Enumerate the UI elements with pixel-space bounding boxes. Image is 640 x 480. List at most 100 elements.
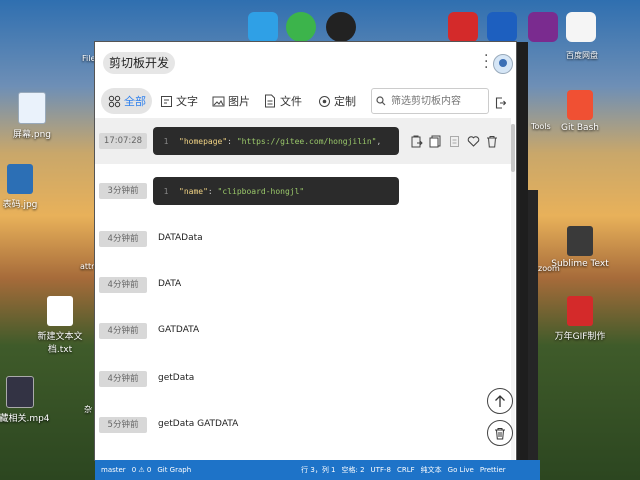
status-item[interactable]: 行 3，列 1: [301, 465, 335, 475]
status-item[interactable]: CRLF: [397, 466, 415, 474]
app-icon-blue[interactable]: [487, 12, 517, 42]
line-number: 1: [163, 136, 169, 146]
desktop-icon-mp4[interactable]: 收藏相关.mp4: [0, 376, 52, 424]
tab-label: 文件: [280, 95, 302, 108]
custom-icon: [317, 94, 331, 108]
editor-status-bar: master 0 ⚠ 0 Git Graph 行 3，列 1 空格: 2 UTF…: [95, 460, 540, 480]
code-snippet: 1 "name": "clipboard-hongjl": [153, 177, 399, 205]
item-time: 5分钟前: [99, 417, 147, 433]
tab-custom[interactable]: 定制: [317, 88, 356, 114]
tab-label: 图片: [228, 95, 250, 108]
code-snippet: 1 "homepage": "https://gitee.com/hongjil…: [153, 127, 399, 155]
baidu-netdisk-icon[interactable]: [566, 12, 596, 42]
item-text: getData GATDATA: [158, 419, 239, 429]
pdf-app-icon[interactable]: [528, 12, 558, 42]
heart-icon[interactable]: [466, 134, 480, 148]
status-item[interactable]: 纯文本: [421, 465, 442, 475]
tab-label: 全部: [124, 95, 146, 108]
tab-label: 文字: [176, 95, 198, 108]
desktop-icon-label: 收藏相关.mp4: [0, 414, 50, 424]
clear-all-button[interactable]: [487, 420, 513, 446]
status-item[interactable]: UTF-8: [371, 466, 391, 474]
tab-image[interactable]: 图片: [211, 88, 250, 114]
item-text: getData: [158, 373, 195, 383]
file-icon: [263, 94, 277, 108]
more-menu-icon[interactable]: · · ·: [484, 49, 488, 75]
scroll-to-top-button[interactable]: [487, 388, 513, 414]
search-input[interactable]: [389, 94, 483, 108]
status-item[interactable]: 空格: 2: [342, 465, 365, 475]
qq-icon[interactable]: [326, 12, 356, 42]
desktop-icon-label: 表码.jpg: [2, 200, 38, 210]
search-box[interactable]: [371, 88, 489, 114]
image-icon: [211, 94, 225, 108]
tab-all[interactable]: 全部: [101, 88, 152, 114]
paste-icon[interactable]: [409, 134, 423, 148]
item-time: 4分钟前: [99, 277, 147, 293]
item-text: DATA: [158, 279, 182, 289]
clipboard-item[interactable]: 3分钟前 1 "name": "clipboard-hongjl": [95, 168, 511, 214]
text-file-icon: [47, 296, 73, 326]
clipboard-item[interactable]: 5分钟前 getData GATDATA: [95, 402, 511, 448]
desktop-partial-label: Tools: [531, 122, 551, 131]
clipboard-item[interactable]: 4分钟前 GATDATA: [95, 308, 511, 354]
trash-icon[interactable]: [485, 134, 499, 148]
item-time: 4分钟前: [99, 231, 147, 247]
clipboard-window: 剪切板开发 · · · 全部 文字 图片 文件 定制 筛选剪切板内容 17:07…: [95, 42, 516, 460]
desktop-icon-label: 万年GIF制作: [554, 332, 606, 342]
code-key: "name": [179, 186, 208, 196]
trash-icon: [495, 427, 505, 439]
copy-icon[interactable]: [428, 134, 442, 148]
status-item[interactable]: Git Graph: [157, 466, 191, 474]
desktop-partial-label: 杂: [84, 405, 92, 414]
desktop-partial-label: 百度网盘: [566, 51, 598, 60]
desktop-icon-jpg[interactable]: 表码.jpg: [0, 164, 52, 210]
window-title: 剪切板开发: [103, 52, 176, 74]
code-value: "https://gitee.com/hongjilin": [236, 136, 377, 146]
line-number: 1: [163, 186, 169, 196]
wechat-icon[interactable]: [286, 12, 316, 42]
tab-label: 定制: [334, 95, 356, 108]
code-key: "homepage": [179, 136, 228, 146]
git-bash-icon: [567, 90, 593, 120]
video-file-icon: [6, 376, 34, 408]
pin-icon[interactable]: [447, 134, 461, 148]
app-icon-red[interactable]: [448, 12, 478, 42]
item-text: GATDATA: [158, 325, 200, 335]
status-item[interactable]: Prettier: [480, 466, 506, 474]
tab-file[interactable]: 文件: [263, 88, 302, 114]
item-time: 4分钟前: [99, 323, 147, 339]
desktop-partial-label: File: [82, 54, 96, 63]
scrollbar-thumb[interactable]: [511, 124, 515, 172]
desktop-icon-label: Git Bash: [561, 123, 599, 133]
desktop-icon-txt[interactable]: 新建文本文档.txt: [28, 296, 92, 355]
editor-panel: [528, 190, 538, 460]
search-icon: [376, 96, 386, 106]
status-item[interactable]: master: [101, 466, 126, 474]
grid-icon: [107, 94, 121, 108]
image-file-icon: [7, 164, 33, 194]
title-bar[interactable]: 剪切板开发 · · ·: [95, 42, 516, 84]
arrow-up-icon: [495, 395, 505, 407]
desktop-icon-sublime[interactable]: Sublime Text: [548, 226, 612, 269]
status-item[interactable]: Go Live: [448, 466, 474, 474]
editor-background: [516, 42, 528, 460]
clipboard-item[interactable]: 4分钟前 getData: [95, 356, 511, 402]
exit-icon[interactable]: [495, 94, 507, 113]
desktop-app-icon[interactable]: [248, 12, 278, 42]
text-icon: [159, 94, 173, 108]
image-file-icon: [18, 92, 46, 124]
clipboard-item[interactable]: 4分钟前 DATA: [95, 262, 511, 308]
scrollbar-track[interactable]: [511, 124, 515, 460]
status-item[interactable]: 0 ⚠ 0: [132, 466, 152, 474]
desktop-icon-png[interactable]: 屏幕.png: [0, 92, 64, 140]
desktop-icon-label: 屏幕.png: [13, 130, 51, 140]
desktop-icon-gitbash[interactable]: Git Bash: [548, 90, 612, 133]
item-time: 3分钟前: [99, 183, 147, 199]
clipboard-item[interactable]: 4分钟前 DATAData: [95, 216, 511, 262]
avatar[interactable]: [493, 54, 513, 74]
tab-text[interactable]: 文字: [159, 88, 198, 114]
gif-maker-icon: [567, 296, 593, 326]
desktop-icon-gif[interactable]: 万年GIF制作: [548, 296, 612, 342]
code-suffix: ,: [376, 136, 382, 146]
